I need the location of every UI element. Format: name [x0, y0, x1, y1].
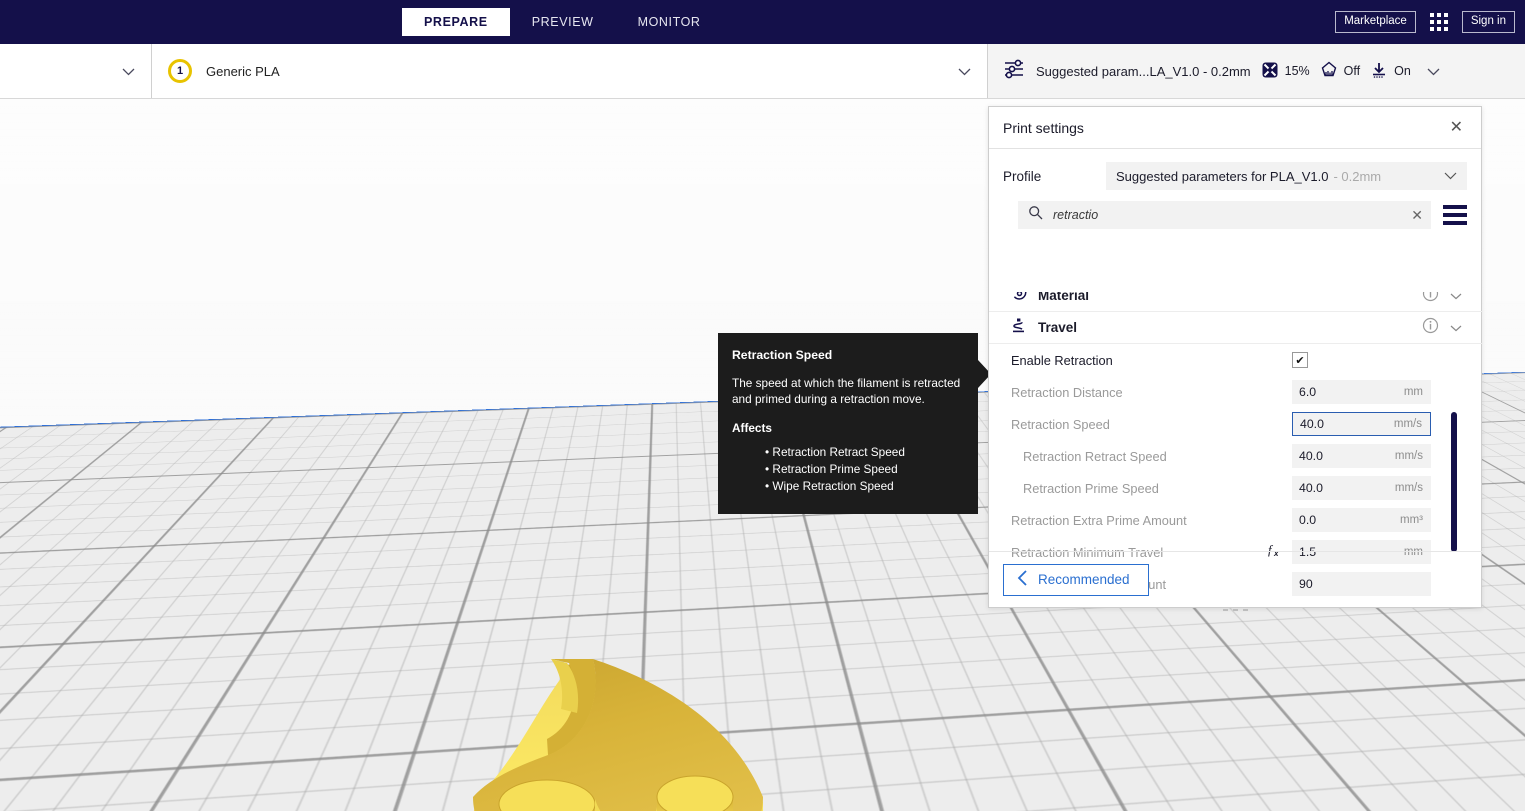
- recommended-mode-button[interactable]: Recommended: [1003, 563, 1149, 596]
- category-label: Travel: [1038, 320, 1078, 335]
- material-selector[interactable]: 1 Generic PLA: [152, 44, 988, 98]
- setting-unit: mm/s: [1394, 482, 1423, 494]
- panel-footer: Recommended: [989, 551, 1483, 607]
- setting-value: 40.0: [1300, 417, 1324, 431]
- settings-category-travel[interactable]: Travel: [989, 312, 1483, 344]
- list-item: Retraction Retract Speed: [765, 445, 962, 461]
- panel-header: Print settings ✕: [989, 107, 1481, 149]
- adhesion-value: On: [1394, 64, 1411, 78]
- tab-monitor[interactable]: MONITOR: [616, 8, 723, 36]
- setting-label: Retraction Extra Prime Amount: [1011, 512, 1187, 528]
- configuration-bar: 1 Generic PLA Suggested param...LA_V1.0 …: [0, 44, 1525, 99]
- print-settings-sliders-icon: [1002, 57, 1026, 86]
- panel-resize-grip[interactable]: [1180, 605, 1290, 615]
- search-row: ✕: [989, 190, 1481, 229]
- adhesion-icon: [1370, 61, 1388, 82]
- top-navigation-bar: PREPARE PREVIEW MONITOR Marketplace Sign…: [0, 0, 1525, 44]
- profile-label: Profile: [1003, 168, 1042, 184]
- support-icon: [1320, 61, 1338, 82]
- setting-value: 6.0: [1299, 385, 1317, 399]
- chevron-down-icon: [1444, 169, 1457, 183]
- profile-layer-height: - 0.2mm: [1333, 168, 1382, 184]
- hamburger-menu-icon[interactable]: [1443, 202, 1467, 228]
- tab-prepare[interactable]: PREPARE: [402, 8, 510, 36]
- support-metric: Off: [1320, 61, 1360, 82]
- clear-search-icon[interactable]: ✕: [1411, 208, 1423, 222]
- profile-value: Suggested parameters for PLA_V1.0: [1116, 168, 1329, 184]
- setting-unit: mm³: [1400, 514, 1423, 526]
- setting-row-retraction-prime-speed[interactable]: Retraction Prime Speed 40.0 mm/s: [989, 472, 1483, 504]
- info-icon[interactable]: [1422, 292, 1439, 307]
- enable-retraction-checkbox[interactable]: ✔: [1292, 352, 1308, 368]
- setting-label: Retraction Retract Speed: [1023, 448, 1167, 464]
- machine-selector[interactable]: [0, 44, 152, 98]
- infill-icon: [1261, 61, 1279, 82]
- profile-dropdown[interactable]: Suggested parameters for PLA_V1.0 - 0.2m…: [1106, 162, 1467, 190]
- setting-value: 40.0: [1299, 449, 1323, 463]
- stage-tabs: PREPARE PREVIEW MONITOR: [402, 8, 723, 36]
- search-input[interactable]: [1053, 208, 1402, 222]
- setting-unit: mm/s: [1393, 418, 1422, 430]
- print-profile-label: Suggested param...LA_V1.0 - 0.2mm: [1036, 63, 1251, 79]
- setting-label: Retraction Distance: [1011, 384, 1123, 400]
- setting-row-retraction-speed[interactable]: Retraction Speed 40.0 mm/s: [989, 408, 1483, 440]
- chevron-left-icon: [1017, 570, 1028, 589]
- info-icon[interactable]: [1422, 317, 1439, 339]
- retraction-retract-speed-input[interactable]: 40.0 mm/s: [1292, 444, 1431, 468]
- setting-row-enable-retraction[interactable]: Enable Retraction ✔: [989, 344, 1483, 376]
- tooltip-affects-heading: Affects: [732, 421, 772, 436]
- retraction-extra-prime-amount-input[interactable]: 0.0 mm³: [1292, 508, 1431, 532]
- tooltip-affects-list: Retraction Retract Speed Retraction Prim…: [732, 445, 962, 495]
- settings-scrollbar-thumb[interactable]: [1451, 412, 1457, 552]
- checkbox-holder: ✔: [1292, 352, 1431, 368]
- tooltip-title: Retraction Speed: [732, 348, 833, 362]
- profile-row: Profile Suggested parameters for PLA_V1.…: [989, 149, 1481, 190]
- infill-metric: 15%: [1261, 61, 1310, 82]
- chevron-down-icon: [1427, 64, 1440, 79]
- tooltip-description: The speed at which the filament is retra…: [732, 376, 961, 407]
- support-value: Off: [1343, 64, 1361, 78]
- adhesion-metric: On: [1370, 61, 1411, 82]
- search-icon: [1028, 205, 1043, 225]
- setting-value: 0.0: [1299, 513, 1317, 527]
- chevron-down-icon: [958, 64, 971, 79]
- setting-label: Retraction Prime Speed: [1023, 480, 1159, 496]
- travel-icon: [1011, 317, 1028, 339]
- print-settings-panel: Print settings ✕ Profile Suggested param…: [988, 106, 1483, 608]
- setting-tooltip: Retraction Speed The speed at which the …: [718, 333, 978, 514]
- setting-value: 40.0: [1299, 481, 1323, 495]
- chevron-down-icon: [122, 64, 135, 79]
- setting-row-retraction-retract-speed[interactable]: Retraction Retract Speed 40.0 mm/s: [989, 440, 1483, 472]
- list-item: Wipe Retraction Speed: [765, 479, 962, 495]
- setting-unit: mm/s: [1394, 450, 1423, 462]
- extruder-badge: 1: [168, 59, 192, 83]
- setting-row-retraction-distance[interactable]: Retraction Distance 6.0 mm: [989, 376, 1483, 408]
- material-name-label: Generic PLA: [206, 63, 280, 79]
- tab-preview[interactable]: PREVIEW: [510, 8, 616, 36]
- retraction-distance-input[interactable]: 6.0 mm: [1292, 380, 1431, 404]
- close-icon[interactable]: ✕: [1446, 116, 1467, 140]
- settings-category-material[interactable]: Material: [989, 292, 1483, 312]
- list-item: Retraction Prime Speed: [765, 462, 962, 478]
- setting-label: Retraction Speed: [1011, 416, 1110, 432]
- sign-in-button[interactable]: Sign in: [1461, 11, 1515, 33]
- retraction-speed-input[interactable]: 40.0 mm/s: [1292, 412, 1431, 436]
- setting-unit: mm: [1403, 386, 1423, 398]
- top-bar-actions: Marketplace Sign in: [1335, 0, 1515, 44]
- print-setup-selector[interactable]: Suggested param...LA_V1.0 - 0.2mm 15% Of…: [988, 44, 1525, 98]
- page-title: Print settings: [1003, 119, 1084, 136]
- cura-application-window: PREPARE PREVIEW MONITOR Marketplace Sign…: [0, 0, 1525, 811]
- apps-grid-icon[interactable]: [1429, 13, 1448, 31]
- marketplace-button[interactable]: Marketplace: [1335, 11, 1416, 33]
- setting-row-retraction-extra-prime-amount[interactable]: Retraction Extra Prime Amount 0.0 mm³: [989, 504, 1483, 536]
- retraction-prime-speed-input[interactable]: 40.0 mm/s: [1292, 476, 1431, 500]
- setting-label: Enable Retraction: [1011, 352, 1113, 368]
- infill-value: 15%: [1284, 64, 1310, 78]
- material-icon: [1011, 292, 1028, 307]
- build-plate-model[interactable]: [443, 647, 783, 811]
- category-label: Material: [1038, 292, 1090, 303]
- search-container[interactable]: ✕: [1018, 201, 1431, 229]
- recommended-label: Recommended: [1038, 572, 1130, 587]
